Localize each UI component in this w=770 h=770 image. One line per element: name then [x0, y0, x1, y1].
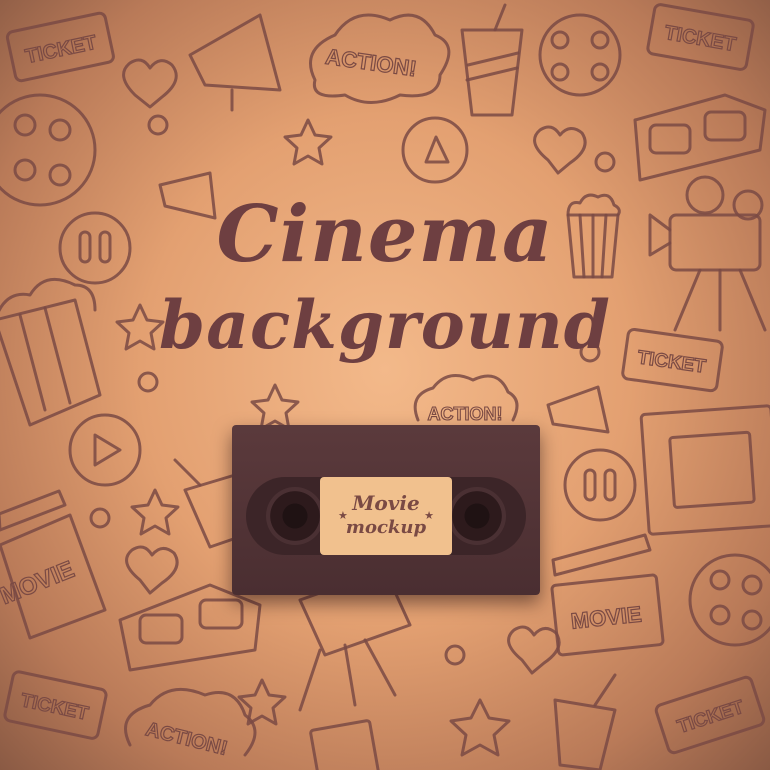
right-reel-icon — [448, 487, 506, 545]
action-cloud-icon: ACTION! — [413, 374, 519, 425]
clapperboard-icon: MOVIE — [0, 489, 107, 640]
dot-icon — [89, 507, 111, 529]
ticket-icon: TICKET — [654, 675, 766, 755]
star-icon — [130, 488, 180, 536]
star-icon — [283, 118, 333, 166]
heart-icon — [122, 58, 178, 109]
star-icon — [250, 383, 300, 431]
cup-icon — [553, 673, 617, 770]
action-text: ACTION! — [324, 44, 418, 82]
doodle-pattern: TICKET TICKET TICKET TICKET TICKET ACTIO… — [0, 3, 770, 770]
dot-icon — [594, 151, 616, 173]
dot-icon — [444, 644, 466, 666]
film-strip-icon — [639, 404, 770, 536]
3d-glasses-icon — [633, 93, 767, 182]
star-icon: ★ — [424, 509, 434, 522]
film-reel-icon — [688, 553, 770, 647]
film-reel-icon — [0, 93, 97, 207]
3d-glasses-icon — [118, 583, 262, 672]
heart-icon — [507, 625, 561, 675]
ticket-icon: TICKET — [5, 11, 115, 83]
cassette-label: ★ ★ Movie mockup — [320, 477, 452, 555]
ticket-text: TICKET — [23, 32, 98, 69]
action-cloud-icon: ACTION! — [124, 687, 257, 761]
play-button-icon — [401, 116, 469, 184]
action-text: ACTION! — [143, 718, 229, 760]
ticket-icon: TICKET — [3, 670, 108, 740]
star-icon — [449, 698, 511, 757]
title-line-2: background — [159, 286, 611, 364]
left-reel-icon — [266, 487, 324, 545]
cinema-poster: TICKET TICKET TICKET TICKET TICKET ACTIO… — [0, 0, 770, 770]
action-text: ACTION! — [428, 404, 503, 424]
vhs-cassette: ★ ★ Movie mockup — [232, 425, 540, 595]
cup-icon — [460, 3, 524, 117]
clapperboard-icon: MOVIE — [550, 533, 665, 657]
title-line-1: Cinema — [216, 189, 554, 280]
action-cloud-icon: ACTION! — [309, 13, 451, 104]
film-reel-icon — [538, 13, 622, 97]
star-icon: ★ — [338, 509, 348, 522]
movie-text: MOVIE — [570, 601, 643, 633]
film-strip-icon — [309, 719, 381, 770]
dot-icon — [137, 371, 159, 393]
ticket-icon: TICKET — [646, 3, 755, 71]
movie-text: MOVIE — [0, 556, 78, 610]
heart-icon — [125, 545, 179, 595]
play-button-icon — [68, 413, 142, 487]
ticket-text: TICKET — [19, 690, 91, 725]
dot-icon — [147, 114, 169, 136]
pause-button-icon — [563, 448, 637, 522]
megaphone-icon — [546, 385, 610, 434]
heart-icon — [533, 125, 587, 175]
ticket-text: TICKET — [663, 22, 738, 56]
megaphone-icon — [188, 13, 282, 112]
